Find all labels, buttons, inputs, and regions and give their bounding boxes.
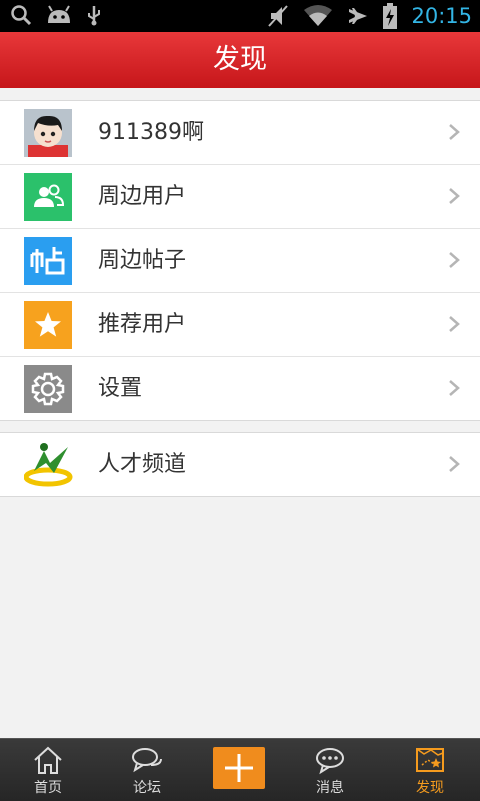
menu-item-recommended-users[interactable]: 推荐用户 [0,293,480,357]
status-bar: 20:15 [0,0,480,32]
nearby-posts-icon [24,237,72,285]
star-icon [24,301,72,349]
home-icon [34,746,62,774]
search-icon [11,5,32,26]
airplane-icon [349,8,368,24]
talent-logo [24,443,73,487]
profile-name: 911389啊 [98,120,204,145]
discover-icon [416,748,444,772]
menu-item-nearby-posts[interactable]: 周边帖子 [0,229,480,293]
chevron-right-icon [449,252,460,268]
message-icon [316,748,344,775]
profile-row[interactable]: 911389啊 [0,101,480,165]
menu-group-talent: 人才频道 [0,432,480,497]
menu-item-label: 设置 [98,376,143,401]
usb-icon [88,6,100,26]
tab-forum[interactable]: 论坛 [99,739,195,801]
chevron-right-icon [449,316,460,332]
forum-icon [132,748,162,773]
gear-icon [24,365,72,413]
bottom-tab-bar: 首页 论坛 消息 发现 [0,738,480,801]
tab-label: 论坛 [133,780,161,796]
menu-item-label: 周边用户 [98,184,187,209]
avatar [24,109,72,157]
tab-label: 发现 [416,780,444,796]
menu-item-label: 人才频道 [98,452,187,477]
clock: 20:15 [411,4,472,28]
page-title: 发现 [213,44,267,75]
plus-icon [225,754,253,782]
tab-discover[interactable]: 发现 [382,739,478,801]
tab-messages[interactable]: 消息 [282,739,378,801]
menu-item-talent-channel[interactable]: 人才频道 [0,433,480,496]
tab-home[interactable]: 首页 [0,739,96,801]
menu-item-settings[interactable]: 设置 [0,357,480,420]
battery-charging-icon [383,3,398,29]
chevron-right-icon [449,380,460,396]
menu-item-label: 推荐用户 [98,312,187,337]
menu-item-nearby-users[interactable]: 周边用户 [0,165,480,229]
chevron-right-icon [449,188,460,204]
tab-label: 消息 [316,780,344,796]
add-post-button[interactable] [213,747,265,789]
tab-label: 首页 [34,780,62,796]
menu-group-main: 911389啊 周边用户 周边帖子 推荐用户 设置 [0,100,480,421]
android-icon [48,5,70,23]
chevron-right-icon [449,456,460,472]
mute-icon [268,5,289,27]
nearby-users-icon [24,173,72,221]
wifi-icon [304,5,333,26]
header-bar: 发现 [0,32,480,88]
menu-item-label: 周边帖子 [98,248,187,273]
chevron-right-icon [449,124,460,140]
